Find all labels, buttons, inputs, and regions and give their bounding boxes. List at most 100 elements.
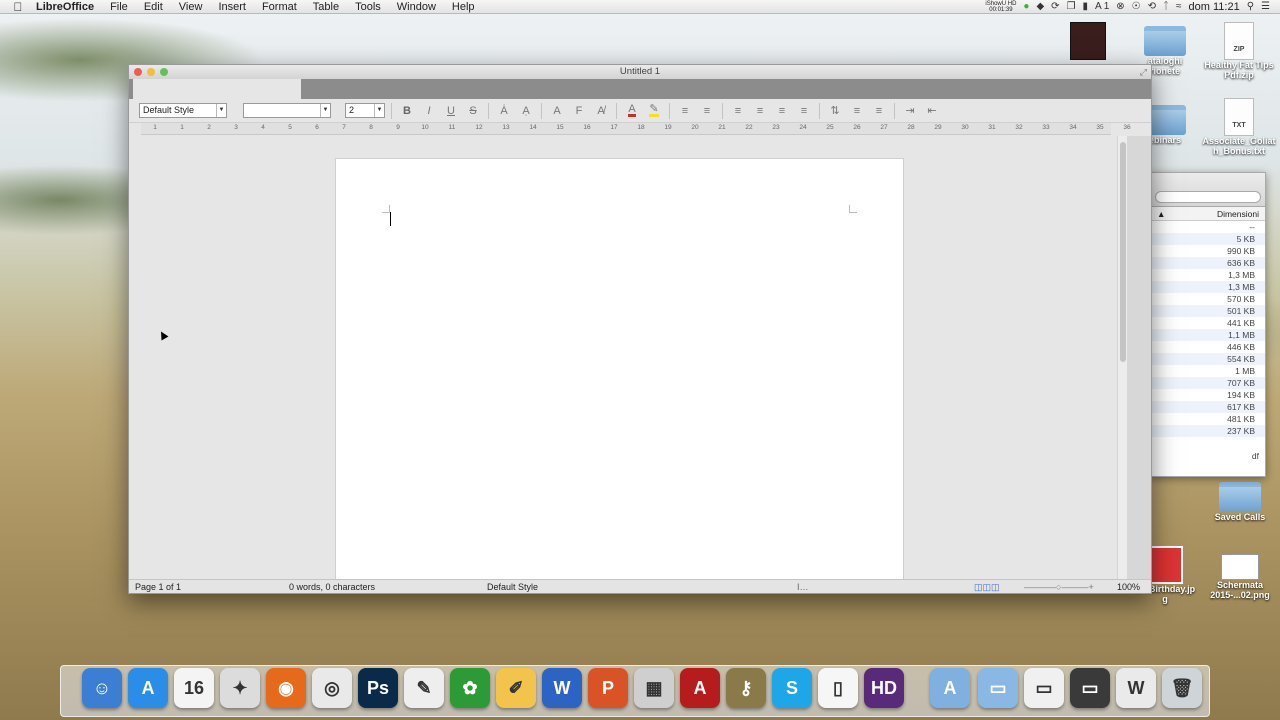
finder-row[interactable]: 1 MB [1151,365,1265,377]
documents-folder-icon[interactable]: ▭ [978,668,1018,708]
increase-paragraph-spacing-icon[interactable]: ≡ [848,102,866,120]
document-page[interactable] [335,158,904,593]
decrease-paragraph-spacing-icon[interactable]: ≡ [870,102,888,120]
zoom-button[interactable] [160,68,168,76]
finder-row[interactable]: 1,1 MB [1151,329,1265,341]
safari-icon[interactable]: ✦ [220,668,260,708]
photoshop-icon[interactable]: Ps [358,668,398,708]
desktop-file-zip[interactable]: ZIP Healthy Fat Tips Pdf.zip [1202,22,1276,80]
finder-row[interactable]: 5 KB [1151,233,1265,245]
video-converter-icon[interactable]: HD [864,668,904,708]
page-count[interactable]: Page 1 of 1 [135,580,181,593]
sync-icon[interactable]: ⟳ [1051,1,1059,12]
apple-menu-icon[interactable]:  [0,0,36,14]
book-thumbnail-icon[interactable] [1068,22,1108,60]
paragraph-style-combo[interactable]: Default Style ▼ [139,103,227,118]
word-count[interactable]: 0 words, 0 characters [289,580,375,593]
page-style[interactable]: Default Style [487,580,538,593]
align-right-icon[interactable]: ≡ [773,102,791,120]
evernote-status-icon[interactable]: ● [1023,1,1029,12]
close-circle-icon[interactable]: ⊗ [1116,1,1124,12]
minimize-button[interactable] [147,68,155,76]
firefox-icon[interactable]: ◉ [266,668,306,708]
menu-insert[interactable]: Insert [210,0,254,14]
superscript-icon[interactable]: Ȧ [495,102,513,120]
finder-row[interactable]: 1,3 MB [1151,269,1265,281]
finder-row[interactable]: 481 KB [1151,413,1265,425]
chrome-icon[interactable]: ◎ [312,668,352,708]
menu-view[interactable]: View [171,0,211,14]
menu-edit[interactable]: Edit [136,0,171,14]
screen-recorder-status[interactable]: iShowU HD 00:01:39 [985,1,1016,13]
bullet-list-icon[interactable]: ≡ [676,102,694,120]
sidebar-strip[interactable] [1127,136,1151,579]
document-icon[interactable]: ▯ [818,668,858,708]
wifi-icon[interactable]: ≈ [1176,1,1182,12]
finder-row[interactable]: 636 KB [1151,257,1265,269]
menu-help[interactable]: Help [444,0,483,14]
line-spacing-icon[interactable]: ⇅ [826,102,844,120]
finder-row[interactable]: 446 KB [1151,341,1265,353]
fullscreen-icon[interactable]: ⤢ [1140,65,1147,79]
numbered-list-icon[interactable]: ≡ [698,102,716,120]
strikethrough-icon[interactable]: S [464,102,482,120]
align-center-icon[interactable]: ≡ [751,102,769,120]
time-machine-icon[interactable]: ⟲ [1148,1,1156,12]
insert-mode-icon[interactable]: I… [797,580,809,593]
chevron-down-icon[interactable]: ▼ [374,104,384,117]
finder-row[interactable]: 990 KB [1151,245,1265,257]
pages-icon[interactable]: ✐ [496,668,536,708]
subscript-icon[interactable]: Ạ [517,102,535,120]
battery-icon[interactable]: ▮ [1083,1,1089,12]
menu-window[interactable]: Window [389,0,444,14]
finder-row[interactable]: 441 KB [1151,317,1265,329]
dropbox-icon[interactable]: ◆ [1036,1,1044,12]
skype-icon[interactable]: S [772,668,812,708]
underline-icon[interactable]: U [442,102,460,120]
menu-file[interactable]: File [102,0,136,14]
finder-row[interactable]: 237 KB [1151,425,1265,437]
font-color-icon[interactable]: A [623,102,641,120]
outline-font-icon[interactable]: F [570,102,588,120]
decrease-indent-icon[interactable]: ⇤ [923,102,941,120]
acrobat-icon[interactable]: A [680,668,720,708]
finder-row[interactable]: 707 KB [1151,377,1265,389]
zoom-slider[interactable]: –———○———+ [1024,580,1094,593]
keychain-icon[interactable]: ⚷ [726,668,766,708]
italic-icon[interactable]: I [420,102,438,120]
shield-icon[interactable]: ☉ [1132,1,1141,12]
finder-row[interactable]: -- [1151,221,1265,233]
title-bar[interactable]: Untitled 1 ⤢ [129,65,1151,79]
calendar-icon[interactable]: 16 [174,668,214,708]
clock[interactable]: dom 11:21 [1189,1,1240,13]
finder-row[interactable]: 554 KB [1151,353,1265,365]
copy-icon[interactable]: ❐ [1067,1,1076,12]
app-menu[interactable]: LibreOffice [36,0,102,14]
justify-icon[interactable]: ≡ [795,102,813,120]
finder-search-field[interactable] [1155,191,1261,203]
vertical-scrollbar[interactable] [1117,136,1127,579]
finder-row[interactable]: 501 KB [1151,305,1265,317]
word-doc-stack-icon[interactable]: W [1116,668,1156,708]
menu-format[interactable]: Format [254,0,305,14]
desktop-file-png[interactable]: Schermata 2015-...02.png [1204,554,1276,600]
close-button[interactable] [134,68,142,76]
list-icon[interactable]: ☰ [1261,1,1270,12]
finder-row[interactable]: 194 KB [1151,389,1265,401]
finder-row[interactable]: 1,3 MB [1151,281,1265,293]
finder-row[interactable]: 617 KB [1151,401,1265,413]
status-text[interactable]: A 1 [1095,1,1109,12]
finder-window[interactable]: ▲ Dimensioni -- 5 KB 990 KB 636 KB 1,3 MB 1,3 … [1150,172,1266,477]
chevron-down-icon[interactable]: ▼ [216,104,226,117]
horizontal-ruler[interactable]: 1 1 2 3 4 5 6 7 8 9 10 11 12 13 14 15 16 17 18 19 20 21 22 23 24… [141,123,1131,135]
textedit-icon[interactable]: ✎ [404,668,444,708]
powerpoint-icon[interactable]: P [588,668,628,708]
finder-row[interactable]: 570 KB [1151,293,1265,305]
word-icon[interactable]: W [542,668,582,708]
desktop-folder-saved-calls[interactable]: Saved Calls [1210,482,1270,522]
bluetooth-icon[interactable]: ᛏ [1163,1,1169,12]
trash-icon[interactable]: 🗑 [1162,668,1202,708]
calculator-icon[interactable]: ▦ [634,668,674,708]
app-store-icon[interactable]: A [128,668,168,708]
view-layout-icon[interactable]: ◫◫◫ [974,580,1000,593]
